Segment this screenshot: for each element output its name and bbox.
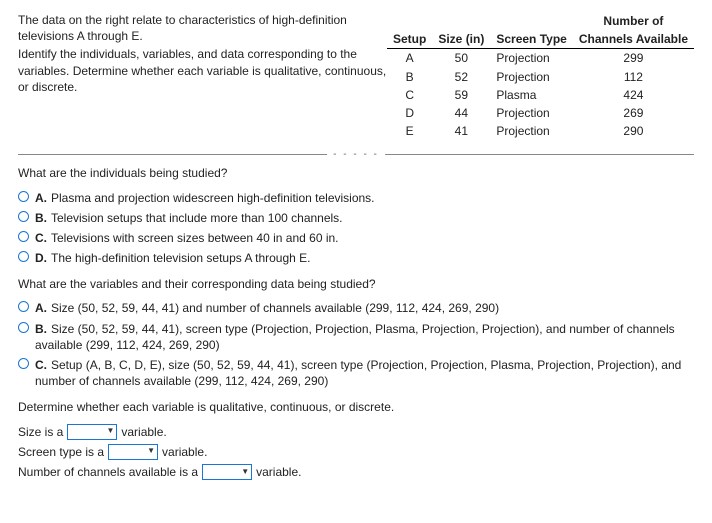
cell: Projection <box>490 122 572 140</box>
cell: A <box>387 49 432 68</box>
table-row: D44Projection269 <box>387 104 694 122</box>
col-channels-top: Number of <box>573 12 694 30</box>
radio-icon <box>18 191 29 202</box>
cell: C <box>387 86 432 104</box>
cell: 41 <box>432 122 490 140</box>
col-screen: Screen Type <box>490 12 572 49</box>
q2-choice-b[interactable]: B.Size (50, 52, 59, 44, 41), screen type… <box>18 321 694 353</box>
divider-dots-icon: - - - - - <box>327 148 385 162</box>
fill-post: variable. <box>121 424 166 440</box>
choice-letter: A. <box>35 191 47 205</box>
cell: 269 <box>573 104 694 122</box>
fill-pre: Screen type is a <box>18 444 104 460</box>
cell: 424 <box>573 86 694 104</box>
choice-letter: B. <box>35 322 47 336</box>
fill-pre: Number of channels available is a <box>18 464 198 480</box>
table-row: A50Projection299 <box>387 49 694 68</box>
q1-choice-d[interactable]: D. The high-definition television setups … <box>18 250 694 266</box>
q1-choice-b[interactable]: B. Television setups that include more th… <box>18 210 694 226</box>
fill-post: variable. <box>256 464 301 480</box>
prompt-line-2: Identify the individuals, variables, and… <box>18 46 387 95</box>
cell: D <box>387 104 432 122</box>
choice-text: Plasma and projection widescreen high-de… <box>51 191 375 205</box>
cell: Projection <box>490 49 572 68</box>
cell: 112 <box>573 68 694 86</box>
cell: Projection <box>490 104 572 122</box>
col-setup: Setup <box>387 12 432 49</box>
choice-letter: A. <box>35 301 47 315</box>
choice-letter: C. <box>35 358 47 372</box>
cell: 50 <box>432 49 490 68</box>
radio-icon <box>18 231 29 242</box>
q1-choice-a[interactable]: A. Plasma and projection widescreen high-… <box>18 190 694 206</box>
q2-choice-c[interactable]: C.Setup (A, B, C, D, E), size (50, 52, 5… <box>18 357 694 389</box>
choice-text: Size (50, 52, 59, 44, 41), screen type (… <box>35 322 675 352</box>
cell: Projection <box>490 68 572 86</box>
choice-letter: B. <box>35 211 47 225</box>
radio-icon <box>18 301 29 312</box>
cell: 299 <box>573 49 694 68</box>
fill-post: variable. <box>162 444 207 460</box>
cell: 44 <box>432 104 490 122</box>
choice-text: Size (50, 52, 59, 44, 41) and number of … <box>51 301 499 315</box>
cell: Plasma <box>490 86 572 104</box>
problem-statement: The data on the right relate to characte… <box>18 12 387 97</box>
choice-text: Setup (A, B, C, D, E), size (50, 52, 59,… <box>35 358 681 388</box>
fill-row-size: Size is a ▼ variable. <box>18 424 694 440</box>
table-row: C59Plasma424 <box>387 86 694 104</box>
q1-choice-c[interactable]: C. Televisions with screen sizes between … <box>18 230 694 246</box>
choice-text: The high-definition television setups A … <box>51 251 311 265</box>
chevron-down-icon: ▼ <box>147 446 155 457</box>
table-row: B52Projection112 <box>387 68 694 86</box>
q2-choice-a[interactable]: A. Size (50, 52, 59, 44, 41) and number o… <box>18 300 694 316</box>
radio-icon <box>18 251 29 262</box>
radio-icon <box>18 211 29 222</box>
cell: 52 <box>432 68 490 86</box>
cell: 59 <box>432 86 490 104</box>
col-size: Size (in) <box>432 12 490 49</box>
cell: B <box>387 68 432 86</box>
screen-type-variable-select[interactable]: ▼ <box>108 444 158 460</box>
radio-icon <box>18 322 29 333</box>
fill-row-channels: Number of channels available is a ▼ vari… <box>18 464 694 480</box>
fill-pre: Size is a <box>18 424 63 440</box>
cell: E <box>387 122 432 140</box>
choice-text: Televisions with screen sizes between 40… <box>51 231 339 245</box>
table-row: E41Projection290 <box>387 122 694 140</box>
chevron-down-icon: ▼ <box>241 467 249 478</box>
channels-variable-select[interactable]: ▼ <box>202 464 252 480</box>
data-table: Setup Size (in) Screen Type Number of Ch… <box>387 12 694 140</box>
chevron-down-icon: ▼ <box>106 426 114 437</box>
choice-text: Television setups that include more than… <box>51 211 343 225</box>
col-channels-bot: Channels Available <box>573 30 694 49</box>
prompt-line-1: The data on the right relate to characte… <box>18 12 387 44</box>
cell: 290 <box>573 122 694 140</box>
question-2-text: What are the variables and their corresp… <box>18 276 694 292</box>
radio-icon <box>18 358 29 369</box>
question-1-text: What are the individuals being studied? <box>18 165 694 181</box>
fill-row-screen: Screen type is a ▼ variable. <box>18 444 694 460</box>
size-variable-select[interactable]: ▼ <box>67 424 117 440</box>
question-3-text: Determine whether each variable is quali… <box>18 399 694 415</box>
choice-letter: D. <box>35 251 47 265</box>
choice-letter: C. <box>35 231 47 245</box>
